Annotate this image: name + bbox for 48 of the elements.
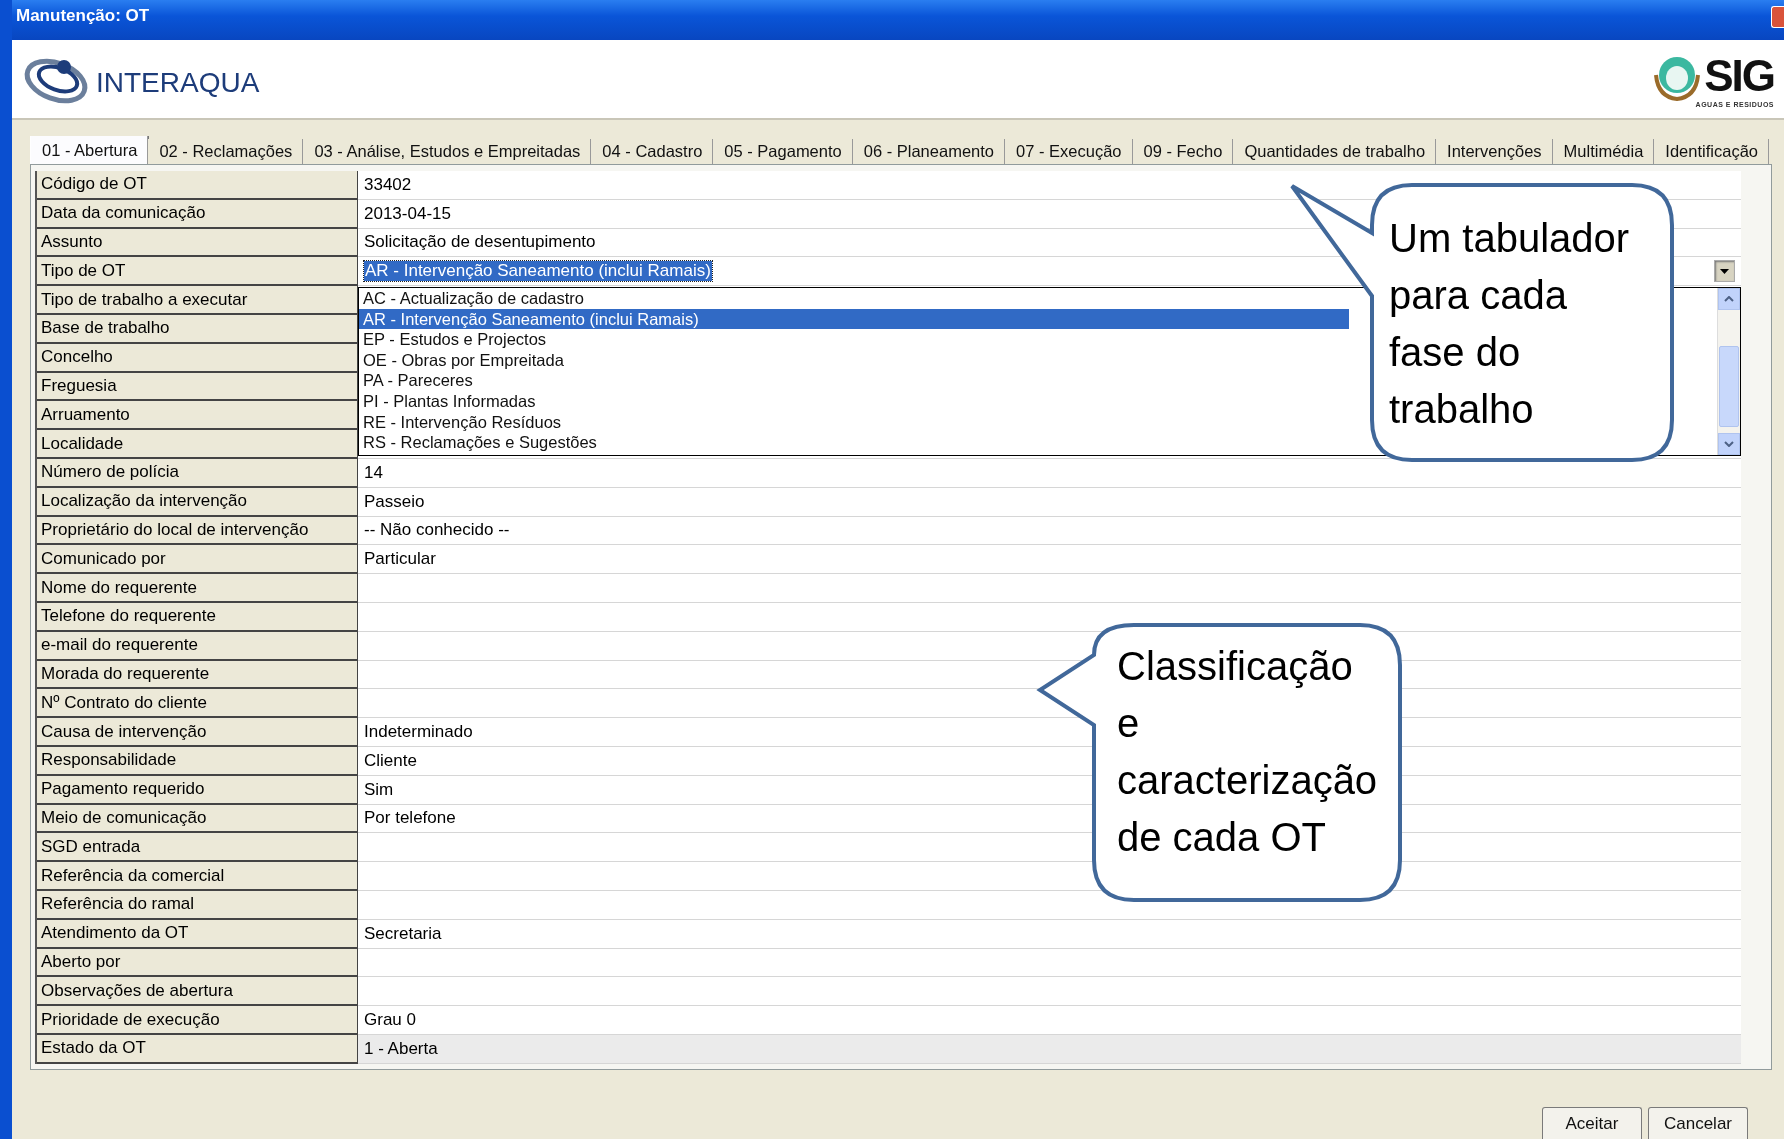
- dropdown-button[interactable]: [1714, 260, 1735, 283]
- field-label: Tipo de OT: [37, 257, 358, 287]
- logo-text: SIG: [1704, 53, 1774, 98]
- field-label: Morada do requerente: [37, 660, 358, 690]
- field-label: Meio de comunicação: [37, 804, 358, 834]
- field-label: Freguesia: [37, 372, 358, 402]
- field-label: Atendimento da OT: [37, 919, 358, 949]
- caret-icon: [1720, 268, 1729, 274]
- scroll-up-icon[interactable]: [1718, 288, 1740, 311]
- field-label: Concelho: [37, 343, 358, 373]
- field-label: Causa de intervenção: [37, 718, 358, 747]
- field-label: Comunicado por: [37, 545, 358, 575]
- field-label: Arruamento: [37, 401, 358, 431]
- tab[interactable]: 02 - Reclamações: [148, 139, 304, 164]
- field-label: Referência do ramal: [37, 890, 358, 920]
- field-value: 1 - Aberta: [358, 1034, 1741, 1064]
- dropdown-option[interactable]: AR - Intervenção Saneamento (inclui Ramais): [359, 308, 1349, 330]
- field-label: Base de trabalho: [37, 315, 358, 344]
- scroll-thumb[interactable]: [1719, 346, 1739, 428]
- field-label: Pagamento requerido: [37, 775, 358, 805]
- window-title: Manutenção: OT: [16, 6, 150, 26]
- field-label: Observações de abertura: [37, 977, 358, 1007]
- callout-tooltip: Classificação e caracterização de cada OT: [1035, 620, 1405, 905]
- field-label: Prioridade de execução: [37, 1006, 358, 1035]
- field-label: Número de polícia: [37, 458, 358, 488]
- field-label: Data da comunicação: [37, 199, 358, 229]
- scrollbar[interactable]: [1717, 288, 1740, 456]
- scroll-down-icon[interactable]: [1718, 433, 1740, 456]
- logo-text: INTERAQUA: [96, 67, 260, 99]
- field-label: Estado da OT: [37, 1034, 358, 1064]
- dialog-button[interactable]: Aceitar: [1542, 1107, 1642, 1139]
- field-label: Assunto: [37, 228, 358, 258]
- field-label: Tipo de trabalho a executar: [37, 286, 358, 315]
- dialog-button[interactable]: Cancelar: [1648, 1107, 1748, 1139]
- tab[interactable]: 01 - Abertura: [30, 136, 149, 164]
- field-label: Localidade: [37, 430, 358, 459]
- field-label: Telefone do requerente: [37, 602, 358, 632]
- field-label: Referência da comercial: [37, 862, 358, 891]
- field-label: SGD entrada: [37, 833, 358, 863]
- field-label: Proprietário do local de intervenção: [37, 516, 358, 546]
- field-label: Aberto por: [37, 948, 358, 978]
- field-label: Localização da intervenção: [37, 487, 358, 517]
- field-label: Nome do requerente: [37, 574, 358, 603]
- field-label: Código de OT: [37, 171, 358, 200]
- close-icon[interactable]: [1771, 6, 1784, 28]
- field-label: Nº Contrato do cliente: [37, 689, 358, 719]
- field-label: e-mail do requerente: [37, 631, 358, 661]
- field-label: Responsabilidade: [37, 746, 358, 776]
